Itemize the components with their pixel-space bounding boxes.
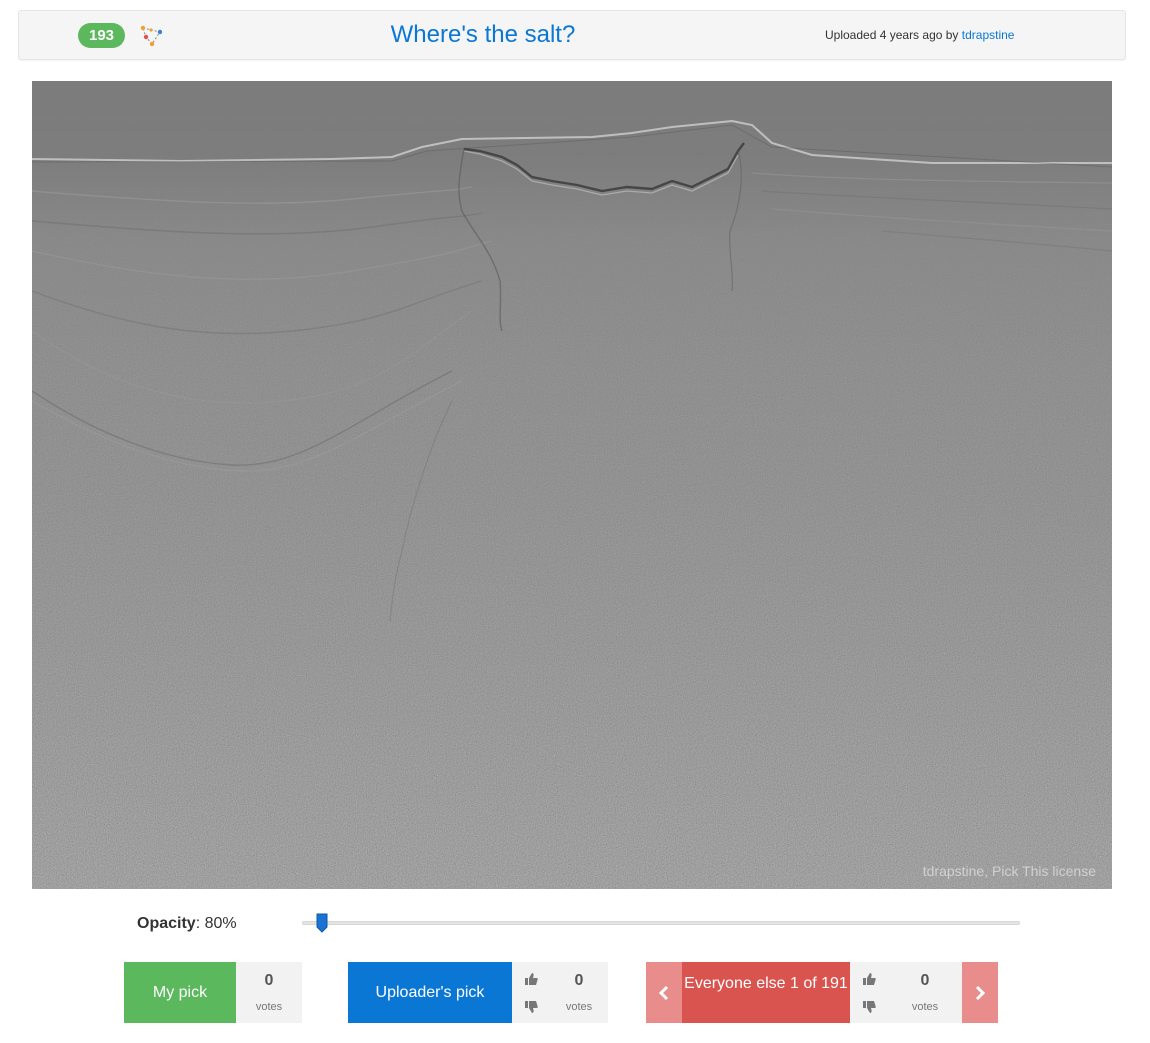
pick-count-badge: 193 [78, 23, 125, 48]
chevron-left-icon [658, 985, 669, 1000]
uploader-pick-votes-label: votes [565, 1001, 593, 1013]
uploader-pick-label: Uploader's pick [375, 983, 485, 1001]
uploader-link[interactable]: tdrapstine [962, 28, 1015, 42]
everyone-else-group: Everyone else 1 of 191 0 votes [646, 962, 998, 1023]
upload-info-text: Uploaded 4 years ago by [825, 28, 959, 42]
opacity-slider-track[interactable] [302, 921, 1020, 925]
thumbs-down-icon[interactable] [524, 1000, 538, 1014]
my-pick-vote-count: 0 [264, 972, 274, 989]
uploader-pick-vote-count: 0 [574, 972, 584, 989]
opacity-slider-handle[interactable] [316, 913, 328, 933]
my-pick-label: My pick [152, 983, 208, 1001]
seismic-image [32, 81, 1112, 889]
everyone-else-votes-label: votes [911, 1001, 939, 1013]
header-bar: 193 Where's the salt? Uploaded 4 years a… [18, 10, 1126, 60]
my-pick-button[interactable]: My pick [124, 962, 236, 1023]
opacity-label: Opacity: 80% [137, 915, 237, 932]
my-pick-votes-label: votes [255, 1001, 283, 1013]
thumbs-down-icon[interactable] [862, 1000, 876, 1014]
uploader-pick-votes: 0 votes [550, 962, 608, 1023]
uploader-pick-vote-buttons [512, 962, 550, 1023]
next-pick-button[interactable] [962, 962, 998, 1023]
previous-pick-button[interactable] [646, 962, 682, 1023]
uploader-pick-button[interactable]: Uploader's pick [348, 962, 512, 1023]
page-title: Where's the salt? [390, 21, 576, 48]
opacity-value: 80% [204, 915, 237, 932]
my-pick-votes: 0 votes [236, 962, 302, 1023]
everyone-else-vote-count: 0 [920, 972, 930, 989]
everyone-else-label: Everyone else 1 of 191 [684, 975, 848, 992]
seismic-image-viewer[interactable]: tdrapstine, Pick This license [32, 81, 1112, 889]
everyone-else-button[interactable]: Everyone else 1 of 191 [682, 962, 850, 1023]
everyone-else-votes: 0 votes [888, 962, 962, 1023]
my-pick-group: My pick 0 votes [124, 962, 302, 1023]
pick-polygon-icon [139, 23, 165, 49]
chevron-right-icon [975, 985, 986, 1000]
thumbs-up-icon[interactable] [862, 972, 876, 986]
thumbs-up-icon[interactable] [524, 972, 538, 986]
upload-info: Uploaded 4 years ago by tdrapstine [825, 28, 1014, 42]
uploader-pick-group: Uploader's pick 0 votes [348, 962, 608, 1023]
opacity-label-text: Opacity [137, 915, 196, 932]
everyone-else-vote-buttons [850, 962, 888, 1023]
image-license: tdrapstine, Pick This license [922, 863, 1096, 879]
